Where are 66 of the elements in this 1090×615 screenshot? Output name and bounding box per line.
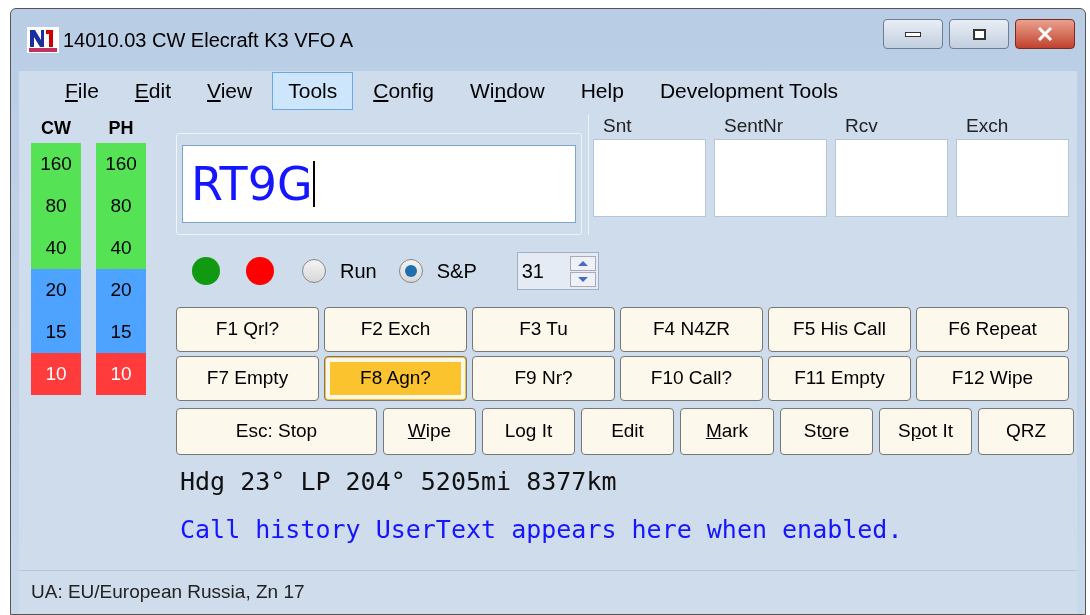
- function-key-button[interactable]: F3 Tu: [472, 307, 615, 352]
- function-key-button[interactable]: F10 Call?: [620, 356, 763, 401]
- radio-button[interactable]: S&P: [398, 256, 477, 286]
- input-field[interactable]: [956, 139, 1069, 217]
- action-button[interactable]: QRZ: [978, 408, 1074, 455]
- function-key-button[interactable]: F9 Nr?: [472, 356, 615, 401]
- band-cell: 10: [96, 353, 146, 395]
- maximize-icon: [972, 28, 986, 40]
- maximize-button[interactable]: [949, 19, 1009, 49]
- user-text: Call history UserText appears here when enabled.: [180, 513, 904, 546]
- band-cell: 40: [96, 227, 146, 269]
- action-button[interactable]: Esc: Stop: [176, 408, 377, 455]
- function-key-button[interactable]: F1 Qrl?: [176, 307, 319, 352]
- band-column-header: CW: [40, 117, 72, 140]
- field-label: Rcv: [845, 115, 878, 137]
- function-key-button[interactable]: F8 Agn?: [324, 356, 467, 401]
- band-cell: 10: [31, 353, 81, 395]
- menu-item[interactable]: Help: [564, 72, 640, 110]
- field-label: Exch: [966, 115, 1009, 137]
- input-field[interactable]: [714, 139, 827, 217]
- window-title: 14010.03 CW Elecraft K3 VFO A: [63, 28, 354, 53]
- field-label: Snt: [603, 115, 632, 137]
- band-cell: 160: [31, 143, 81, 185]
- function-key-button[interactable]: F12 Wipe: [916, 356, 1069, 401]
- band-cell: 40: [31, 227, 81, 269]
- menu-item[interactable]: View: [191, 72, 269, 110]
- status-text: UA: EU/European Russia, Zn 17: [31, 580, 305, 605]
- menu-item[interactable]: Tools: [272, 72, 354, 110]
- minimize-icon: [905, 31, 921, 37]
- number-spinner[interactable]: 31: [516, 252, 599, 290]
- menu-item[interactable]: Config: [357, 72, 450, 110]
- function-key-button[interactable]: F2 Exch: [324, 307, 467, 352]
- band-cell: 80: [31, 185, 81, 227]
- menu-item[interactable]: Development Tools: [643, 72, 855, 110]
- function-key-button[interactable]: F4 N4ZR: [620, 307, 763, 352]
- action-button[interactable]: Store: [780, 408, 873, 455]
- band-cell: 20: [31, 269, 81, 311]
- minimize-button[interactable]: [883, 19, 943, 49]
- menu-item[interactable]: File: [49, 72, 115, 110]
- action-button[interactable]: Wipe: [383, 408, 476, 455]
- field-label: SentNr: [724, 115, 784, 137]
- bearing-text: Hdg 23° LP 204° 5205mi 8377km: [180, 466, 618, 498]
- call-input-field[interactable]: RT9G: [182, 145, 576, 223]
- function-key-button[interactable]: F6 Repeat: [916, 307, 1069, 352]
- band-column-header: PH: [107, 117, 135, 140]
- menu-item[interactable]: Edit: [118, 72, 188, 110]
- function-key-button[interactable]: F11 Empty: [768, 356, 911, 401]
- band-cell: 80: [96, 185, 146, 227]
- action-button[interactable]: Log It: [482, 408, 575, 455]
- function-key-button[interactable]: F7 Empty: [176, 356, 319, 401]
- app-logo-icon: [27, 27, 59, 53]
- action-button[interactable]: Mark: [680, 408, 774, 455]
- function-key-button[interactable]: F5 His Call: [768, 307, 911, 352]
- band-cell: 15: [31, 311, 81, 353]
- input-field[interactable]: [593, 139, 706, 217]
- radio-button[interactable]: Run: [302, 256, 377, 286]
- input-field[interactable]: [835, 139, 948, 217]
- close-icon: [1037, 27, 1053, 41]
- close-button[interactable]: [1015, 19, 1075, 49]
- band-cell: 20: [96, 269, 146, 311]
- action-button[interactable]: Edit: [581, 408, 674, 455]
- band-cell: 15: [96, 311, 146, 353]
- menu-item[interactable]: Window: [453, 72, 561, 110]
- action-button[interactable]: Spot It: [879, 408, 972, 455]
- spinner-value: 31: [520, 259, 545, 284]
- band-cell: 160: [96, 143, 146, 185]
